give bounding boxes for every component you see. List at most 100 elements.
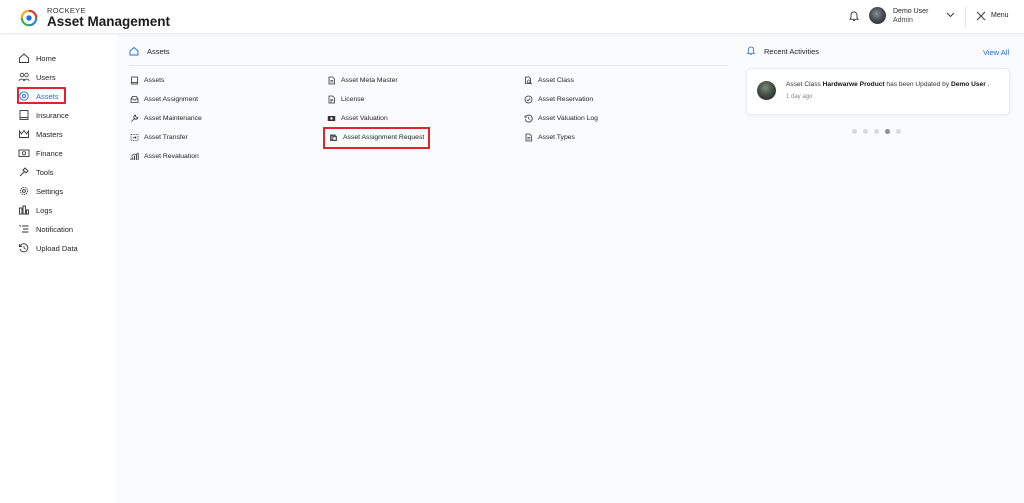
link-asset-types[interactable]: Asset Types [524,131,575,143]
sidebar-item-assets[interactable]: Assets [18,89,59,103]
finance-icon [18,149,30,157]
sidebar-item-label: Tools [36,167,54,177]
recent-activities-title: Recent Activities [746,46,819,56]
sidebar-item-tools[interactable]: Tools [18,165,54,179]
sidebar-item-home[interactable]: Home [18,51,56,65]
top-header: ROCKEYE Asset Management Demo User Admin… [0,0,1024,34]
activity-time: 1 day ago [786,94,813,100]
activity-message: Asset Class Hardwarwe Product has been U… [786,81,989,88]
license-icon [328,95,335,103]
link-label: Asset Reservation [538,95,594,103]
crown-icon [19,129,29,138]
recent-activities-text: Recent Activities [764,46,820,56]
sidebar-item-label: Finance [36,148,63,158]
link-asset-meta-master[interactable]: Asset Meta Master [327,74,398,86]
pagination-dot[interactable] [863,129,868,134]
link-label: Asset Revaluation [144,152,199,160]
sidebar-item-label: Settings [36,186,64,196]
pagination-dot-active[interactable] [885,129,890,134]
sidebar-item-label: Upload Data [36,243,78,253]
sidebar-item-finance[interactable]: Finance [18,146,63,160]
link-label: Asset Class [538,76,574,84]
view-all-link[interactable]: View All [983,48,1009,57]
chevron-down-icon[interactable] [946,12,955,18]
upload-icon [19,243,29,253]
chart-icon [130,152,139,160]
sidebar-item-label: Masters [36,129,63,139]
link-label: Asset Assignment Request [343,133,425,141]
link-label: Asset Meta Master [341,76,398,84]
carousel-pagination [852,129,901,134]
sidebar-item-label: Insurance [36,110,69,120]
transfer-icon [130,133,139,141]
sidebar-item-masters[interactable]: Masters [18,127,63,141]
gear-icon [19,186,29,196]
activity-card[interactable]: Asset Class Hardwarwe Product has been U… [746,68,1010,115]
user-name[interactable]: Demo User [893,8,928,15]
file-icon [525,133,532,141]
link-label: Asset Assignment [144,95,199,103]
link-asset-class[interactable]: Asset Class [524,74,574,86]
close-icon[interactable] [976,11,986,21]
section-divider [129,65,728,66]
request-icon [330,134,337,141]
link-asset-revaluation[interactable]: Asset Revaluation [130,150,199,162]
link-label: Asset Valuation [341,114,388,122]
link-license[interactable]: License [327,93,364,105]
pagination-dot[interactable] [896,129,901,134]
sidebar-item-label: Home [36,53,57,63]
activity-prefix: Asset Class [786,81,823,88]
sidebar-item-upload-data[interactable]: Upload Data [18,241,78,255]
menu-button[interactable]: Menu [991,12,1009,19]
sidebar-item-label: Notification [36,224,74,234]
pagination-dot[interactable] [874,129,879,134]
header-divider [965,7,966,27]
link-asset-valuation[interactable]: Asset Valuation [327,112,388,124]
bell-icon[interactable] [849,11,859,22]
wrench-icon [131,114,139,122]
home-icon [19,53,29,63]
link-label: Asset Types [538,133,575,141]
link-label: License [341,95,365,103]
activity-subject: Hardwarwe Product [822,81,885,88]
document-icon [131,76,138,84]
sidebar-item-notification[interactable]: Notification [18,222,73,236]
link-asset-valuation-log[interactable]: Asset Valuation Log [524,112,598,124]
sidebar-item-users[interactable]: Users [18,70,56,84]
link-asset-transfer[interactable]: Asset Transfer [130,131,188,143]
money-icon [327,115,336,121]
inbox-icon [130,95,139,103]
sidebar [0,35,117,503]
logo-icon[interactable] [20,9,38,27]
avatar [757,81,776,100]
insurance-icon [19,110,29,120]
app-title: Asset Management [47,14,171,29]
link-label: Asset Valuation Log [538,114,598,122]
link-label: Asset Maintenance [144,114,202,122]
logs-icon [19,205,29,215]
activity-suffix: . [985,81,990,88]
link-assets[interactable]: Assets [130,74,164,86]
sidebar-item-logs[interactable]: Logs [18,203,52,217]
sidebar-item-settings[interactable]: Settings [18,184,63,198]
sidebar-item-label: Assets [36,91,59,101]
section-title-text: Assets [147,46,170,56]
bell-icon [746,46,756,55]
users-icon [18,72,30,82]
assets-section-title: Assets [129,46,170,56]
sidebar-item-label: Users [36,72,56,82]
sidebar-item-insurance[interactable]: Insurance [18,108,69,122]
sidebar-item-label: Logs [36,205,53,215]
link-asset-reservation[interactable]: Asset Reservation [524,93,593,105]
user-avatar[interactable] [869,7,886,24]
class-icon [525,76,533,85]
link-asset-assignment-request[interactable]: Asset Assignment Request [329,131,424,143]
link-asset-maintenance[interactable]: Asset Maintenance [130,112,202,124]
link-label: Assets [144,76,165,84]
activity-middle: has been Updated by [884,81,951,88]
pagination-dot[interactable] [852,129,857,134]
home-icon [129,46,139,56]
notification-icon [19,224,29,233]
link-label: Asset Transfer [144,133,188,141]
link-asset-assignment[interactable]: Asset Assignment [130,93,198,105]
